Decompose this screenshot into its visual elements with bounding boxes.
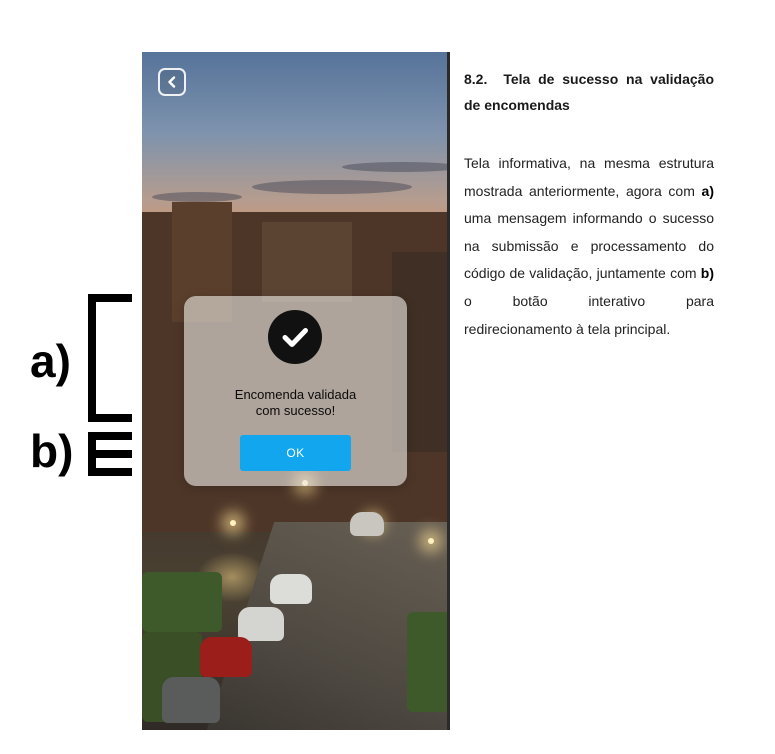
ok-button[interactable]: OK — [240, 435, 351, 471]
lawn — [142, 572, 222, 632]
check-circle-icon — [268, 310, 322, 364]
annotation-label-a: a) — [30, 335, 71, 387]
annotation-label-b: b) — [30, 425, 74, 477]
phone-screen: Encomenda validada com sucesso! OK — [142, 52, 450, 730]
section-heading: 8.2. Tela de sucesso na validação de enco… — [464, 66, 714, 118]
paragraph-text: o botão interativo para redirecionamento… — [464, 292, 714, 337]
building — [262, 222, 352, 302]
sky-cloud — [342, 162, 447, 172]
sky-cloud — [252, 180, 412, 194]
back-button[interactable] — [158, 68, 186, 96]
marker-a: a) — [701, 182, 714, 199]
lawn — [407, 612, 447, 712]
marker-b: b) — [700, 265, 714, 282]
street-lamp — [230, 520, 236, 526]
section-paragraph: Tela informativa, na mesma estrutura mos… — [464, 150, 714, 343]
sky-cloud — [152, 192, 242, 202]
paragraph-text: uma mensagem informando o sucesso na sub… — [464, 210, 714, 282]
section-title: Tela de sucesso na validação de encomend… — [464, 71, 714, 113]
annotation-bracket-a — [88, 294, 132, 422]
chevron-left-icon — [168, 76, 176, 88]
street-lamp — [428, 538, 434, 544]
car — [270, 574, 312, 604]
car — [200, 637, 252, 677]
section-number: 8.2. — [464, 71, 488, 87]
car — [238, 607, 284, 641]
section-description: 8.2. Tela de sucesso na validação de enco… — [464, 66, 714, 343]
success-dialog: Encomenda validada com sucesso! OK — [184, 296, 407, 486]
car — [350, 512, 384, 536]
success-message: Encomenda validada com sucesso! — [234, 387, 357, 418]
annotation-bracket-b-mid — [88, 450, 132, 458]
paragraph-text: Tela informativa, na mesma estrutura mos… — [464, 155, 714, 199]
car — [162, 677, 220, 723]
